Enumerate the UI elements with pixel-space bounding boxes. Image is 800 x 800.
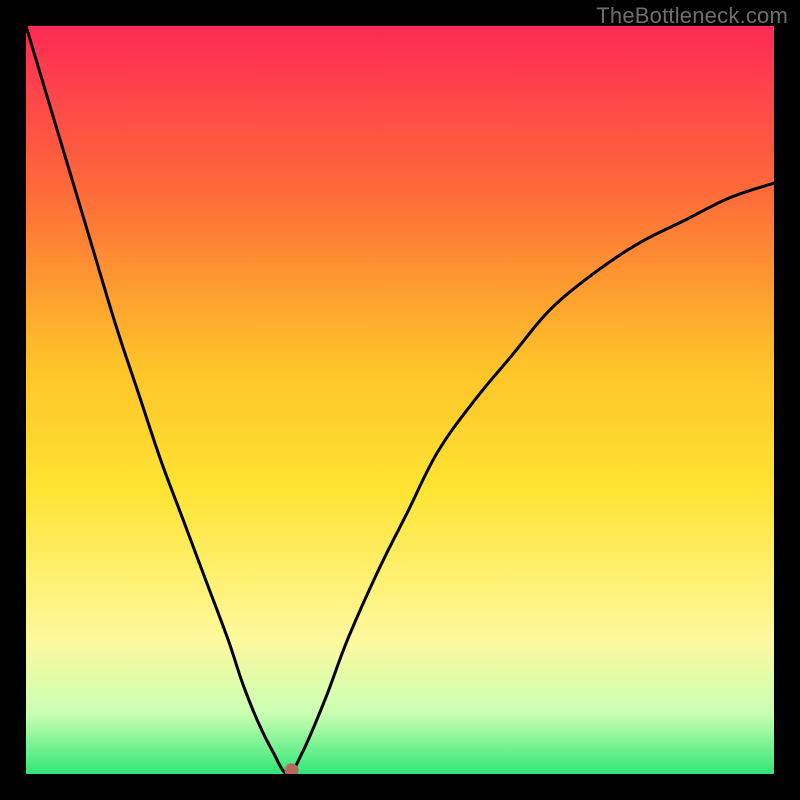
bottleneck-curve [26,26,774,774]
watermark-text: TheBottleneck.com [596,3,788,29]
curve-layer [26,26,774,774]
chart-frame: TheBottleneck.com [0,0,800,800]
plot-area [26,26,774,774]
